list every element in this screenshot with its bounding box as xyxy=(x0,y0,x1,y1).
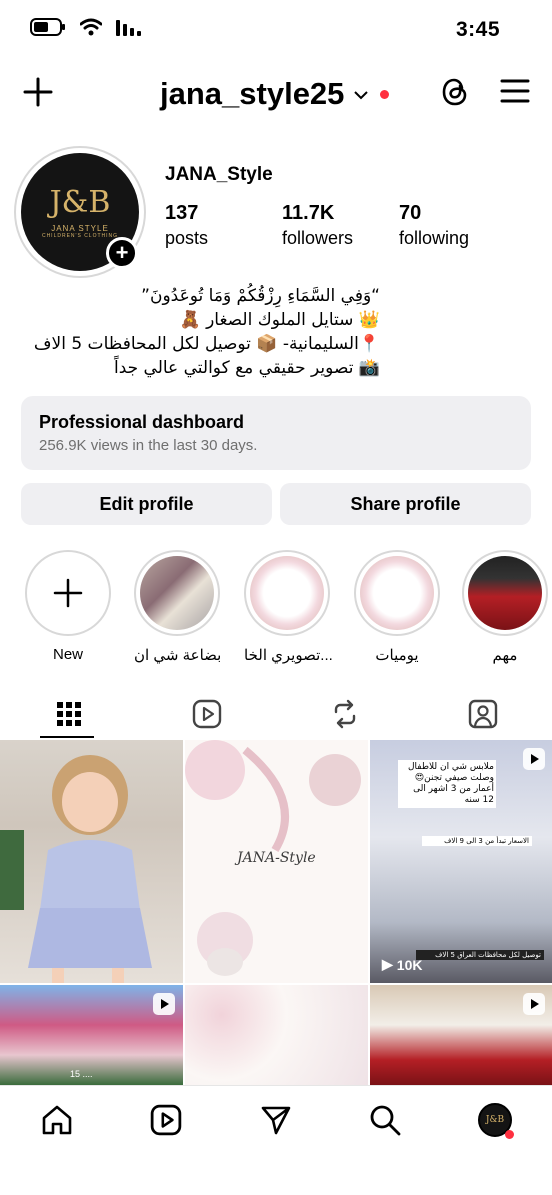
stat-value: 70 xyxy=(399,202,422,224)
display-name: JANA_Style xyxy=(165,164,273,185)
highlight-ring xyxy=(134,550,220,636)
reels-icon xyxy=(192,699,222,729)
username: jana_style25 xyxy=(160,76,345,111)
nav-home[interactable] xyxy=(37,1100,77,1140)
stat-following[interactable]: 70 following xyxy=(399,202,516,249)
highlight-label: يوميات xyxy=(375,647,419,664)
highlight-item[interactable]: مهم xyxy=(462,550,548,664)
child-photo xyxy=(0,755,152,983)
highlight-ring xyxy=(354,550,440,636)
home-icon xyxy=(42,1105,72,1135)
tab-tagged[interactable] xyxy=(414,690,552,738)
plus-icon xyxy=(53,578,83,608)
highlight-ring xyxy=(244,550,330,636)
highlight-item[interactable]: يوميات xyxy=(354,550,440,664)
highlight-cover xyxy=(250,556,324,630)
bio-line: 📸 تصوير حقيقي مع كوالتي عالي جداً xyxy=(113,358,380,378)
status-bar: 3:45 xyxy=(0,0,552,62)
post-tile[interactable]: ملابس شي ان للاطفال وصلت صيفي تجنن😍 أعما… xyxy=(370,740,552,983)
highlight-item[interactable]: بضاعة شي ان xyxy=(134,550,222,664)
reels-icon xyxy=(523,748,545,770)
account-switcher[interactable]: jana_style25 xyxy=(160,76,390,112)
stat-value: 137 xyxy=(165,202,199,224)
share-profile-button[interactable]: Share profile xyxy=(280,483,531,525)
battery-icon xyxy=(30,18,66,41)
stat-label: posts xyxy=(165,228,209,248)
reels-icon xyxy=(150,1104,182,1136)
clock: 3:45 xyxy=(455,18,500,41)
highlight-new[interactable]: New xyxy=(25,550,111,663)
tagged-icon xyxy=(468,699,498,729)
grid-icon xyxy=(57,702,81,726)
post-caption-secondary: الاسعار تبدأ من 3 الى 9 الاف xyxy=(422,836,532,846)
bio-line: 👑 ستايل الملوك الصغار 🧸 xyxy=(179,310,381,330)
chevron-down-icon xyxy=(354,84,369,105)
profile-tabs xyxy=(0,690,552,738)
signal-icon xyxy=(116,18,144,41)
highlight-label: مهم xyxy=(492,647,518,664)
post-caption-footer: توصيل لكل محافظات العراق 5 الاف xyxy=(416,950,544,960)
post-caption: ملابس شي ان للاطفال وصلت صيفي تجنن😍 أعما… xyxy=(398,760,496,808)
reels-icon xyxy=(523,993,545,1015)
highlight-label: بضاعة شي ان xyxy=(134,647,222,664)
post-tile[interactable]: JANA-Style xyxy=(185,740,368,983)
nav-search[interactable] xyxy=(365,1100,405,1140)
post-tile[interactable]: 15 .... xyxy=(0,985,183,1085)
stat-value: 11.7K xyxy=(282,202,335,224)
post-brand-text: JANA-Style xyxy=(237,850,316,866)
dashboard-title: Professional dashboard xyxy=(39,412,245,432)
tab-grid[interactable] xyxy=(0,690,138,738)
bottom-nav: J&B xyxy=(0,1085,552,1195)
bio-line: “وَفِي السَّمَاءِ رِزْقُكُمْ وَمَا تُوعَ… xyxy=(141,286,380,306)
stat-label: followers xyxy=(282,228,354,248)
profile-bio: “وَفِي السَّمَاءِ رِزْقُكُمْ وَمَا تُوعَ… xyxy=(20,284,380,380)
stat-posts[interactable]: 137 posts xyxy=(165,202,282,249)
status-icons xyxy=(30,18,144,41)
nav-reels[interactable] xyxy=(146,1100,186,1140)
profile-header: jana_style25 xyxy=(0,70,552,118)
search-icon xyxy=(370,1105,401,1136)
avatar-brand: JANA STYLE xyxy=(51,224,109,233)
menu-icon[interactable] xyxy=(500,78,530,109)
add-story-icon[interactable]: + xyxy=(106,237,138,269)
stat-label: following xyxy=(399,228,470,248)
reels-icon xyxy=(153,993,175,1015)
bio-line: 📍السليمانية- 📦 توصيل لكل المحافظات 5 الا… xyxy=(33,334,380,354)
highlight-label: تصويري الخا... xyxy=(244,647,333,664)
reposts-icon xyxy=(334,699,356,729)
profile-stats: 137 posts 11.7K followers 70 following xyxy=(165,202,516,249)
professional-dashboard[interactable]: Professional dashboard 256.9K views in t… xyxy=(21,396,531,470)
send-icon xyxy=(261,1106,291,1135)
post-caption: 15 .... xyxy=(70,1069,93,1079)
avatar-monogram: J&B xyxy=(49,185,111,220)
dashboard-subtitle: 256.9K views in the last 30 days. xyxy=(39,437,258,454)
threads-icon[interactable] xyxy=(440,76,470,113)
post-tile[interactable] xyxy=(185,985,368,1085)
tab-reposts[interactable] xyxy=(276,690,414,738)
wifi-icon xyxy=(79,18,103,41)
highlight-cover xyxy=(468,556,542,630)
highlight-cover xyxy=(360,556,434,630)
avatar-tagline: CHILDREN'S CLOTHING xyxy=(41,233,119,239)
play-icon: ▶ xyxy=(382,956,393,972)
notification-dot xyxy=(380,89,390,99)
notification-dot xyxy=(505,1130,514,1139)
nav-profile[interactable]: J&B xyxy=(475,1100,515,1140)
post-tile[interactable] xyxy=(0,740,183,983)
highlight-ring xyxy=(25,550,111,636)
tab-reels[interactable] xyxy=(138,690,276,738)
highlight-cover xyxy=(140,556,214,630)
plus-icon[interactable] xyxy=(22,76,54,113)
nav-send[interactable] xyxy=(256,1100,296,1140)
highlight-ring xyxy=(462,550,548,636)
highlight-label: New xyxy=(52,646,83,663)
view-count-value: 10K xyxy=(396,956,423,973)
highlight-item[interactable]: تصويري الخا... xyxy=(244,550,333,664)
post-tile[interactable] xyxy=(370,985,552,1085)
stat-followers[interactable]: 11.7K followers xyxy=(282,202,399,249)
view-count: ▶ 10K xyxy=(382,956,422,973)
edit-profile-button[interactable]: Edit profile xyxy=(21,483,272,525)
